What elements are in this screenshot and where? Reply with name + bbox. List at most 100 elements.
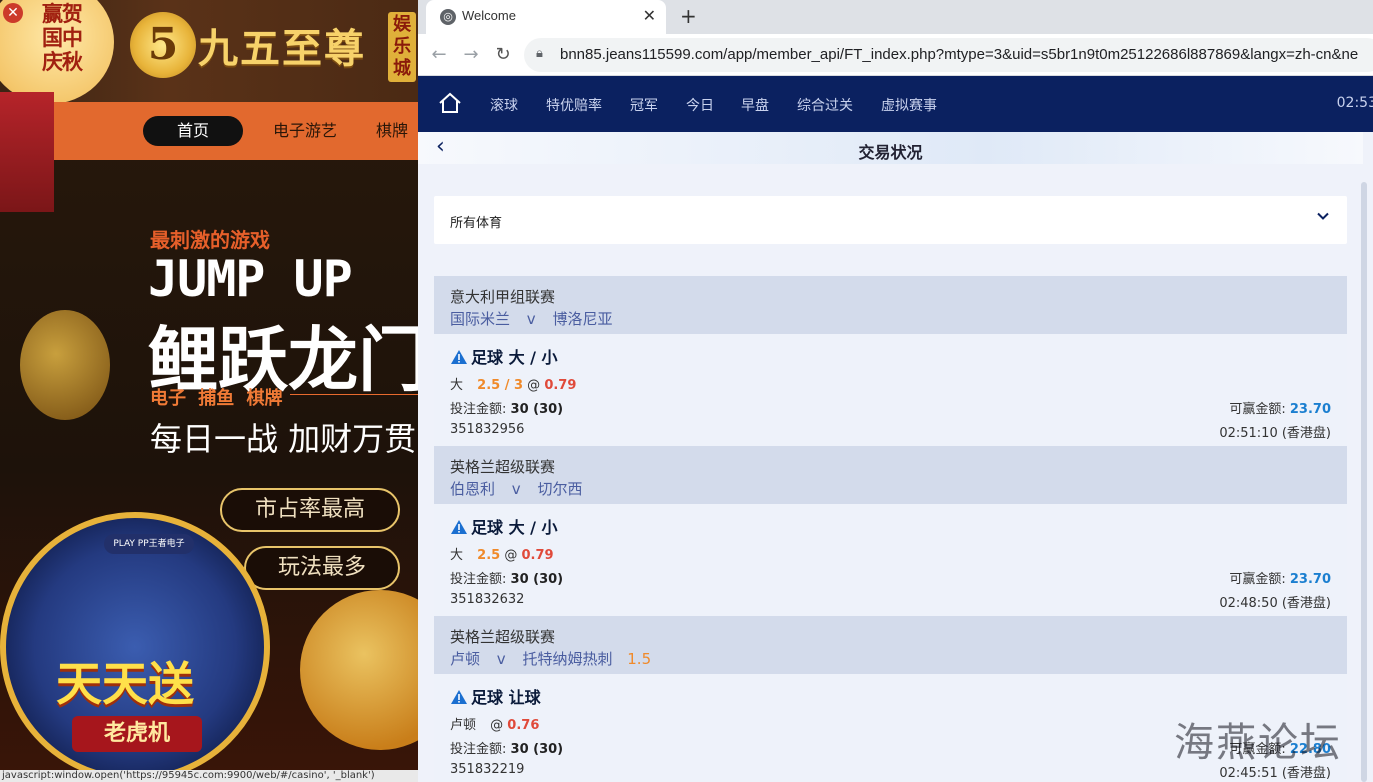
bet-time: 02:48:50 (香港盘) <box>1219 596 1331 611</box>
watermark: 海燕论坛 <box>1174 720 1342 766</box>
home-icon[interactable] <box>438 92 462 114</box>
promo-nav-home[interactable]: 首页 <box>143 116 243 146</box>
bet-match-header: 英格兰超级联赛 卢顿 v 托特纳姆热刺 1.5 <box>434 616 1347 674</box>
win-value: 23.70 <box>1289 572 1331 587</box>
promo-nav-cards[interactable]: 棋牌 <box>376 116 418 146</box>
bet-selection: 卢顿 @ 0.76 <box>450 714 539 733</box>
away-team: 博洛尼亚 <box>552 310 613 328</box>
match-teams: 伯恩利 v 切尔西 <box>450 478 592 499</box>
hero-subtitle: 最刺激的游戏 <box>150 228 270 252</box>
brand-logo: 5 <box>130 12 196 78</box>
coins-decoration <box>300 590 418 750</box>
promo-pill-market-share[interactable]: 市占率最高 <box>220 488 400 532</box>
win-amount: 可赢金额: 23.70 <box>1229 568 1331 587</box>
bet-card: 英格兰超级联赛 伯恩利 v 切尔西 足球 大 / 小 大 2.5 @ 0.79 <box>434 446 1347 616</box>
nav-special-odds[interactable]: 特优赔率 <box>546 95 602 115</box>
clock: 02:53 <box>1336 95 1373 111</box>
bet-card: 意大利甲组联赛 国际米兰 v 博洛尼亚 足球 大 / 小 大 2.5 / 3 @ <box>434 276 1347 446</box>
bet-list: 意大利甲组联赛 国际米兰 v 博洛尼亚 足球 大 / 小 大 2.5 / 3 @ <box>434 276 1347 782</box>
match-teams: 国际米兰 v 博洛尼亚 <box>450 308 622 329</box>
close-tab-icon[interactable]: ✕ <box>643 6 656 25</box>
home-team: 伯恩利 <box>450 480 496 498</box>
browser-toolbar: ← → ↻ 🔒︎ bnn85.jeans115599.com/app/membe… <box>418 34 1373 76</box>
nav-virtual[interactable]: 虚拟赛事 <box>881 95 937 115</box>
lock-icon[interactable]: 🔒︎ <box>536 46 543 61</box>
coin-decoration <box>20 310 110 420</box>
globe-icon: ◎ <box>440 9 456 25</box>
sport-filter-value: 所有体育 <box>450 216 503 231</box>
status-bar-url: javascript:window.open('https://95945c.c… <box>0 770 418 782</box>
back-icon[interactable]: ← <box>426 42 452 68</box>
at-sign: @ <box>490 718 504 733</box>
page-header: ‹ 交易状况 <box>418 132 1363 164</box>
tab-welcome[interactable]: ◎ Welcome ✕ <box>426 0 666 34</box>
slot-promo-ribbon: 老虎机 <box>72 716 202 752</box>
stake-amount: 投注金额: 30 (30) <box>450 738 563 757</box>
selection-line: 2.5 / 3 <box>477 378 524 393</box>
win-label: 可赢金额: <box>1229 572 1286 587</box>
bet-type: 足球 让球 <box>450 684 541 708</box>
home-team: 国际米兰 <box>450 310 511 328</box>
stake-value: 30 (30) <box>510 402 564 417</box>
stake-amount: 投注金额: 30 (30) <box>450 568 563 587</box>
nav-early[interactable]: 早盘 <box>741 95 769 115</box>
promo-pill-most-games[interactable]: 玩法最多 <box>244 546 400 590</box>
selection-odds: 0.79 <box>544 378 577 393</box>
hero-slogan: 每日一战 加财万贯 <box>150 420 417 458</box>
selection-name: 卢顿 <box>450 718 477 733</box>
stake-value: 30 (30) <box>510 742 564 757</box>
vs-label: v <box>526 310 536 328</box>
nav-today[interactable]: 今日 <box>686 95 714 115</box>
selection-name: 大 <box>450 378 464 393</box>
bet-selection: 大 2.5 / 3 @ 0.79 <box>450 374 576 393</box>
promo-panel: 赢贺国中庆秋 ✕ 5 九五至尊 娱乐城 首页 电子游艺 棋牌 最刺激的游戏 JU… <box>0 0 418 782</box>
hero-categories: 电子 捕鱼 棋牌 <box>150 388 283 409</box>
url-text[interactable]: bnn85.jeans115599.com/app/member_api/FT_… <box>560 46 1358 63</box>
stake-label: 投注金额: <box>450 742 507 757</box>
lantern-decoration <box>0 92 54 212</box>
vs-label: v <box>511 480 521 498</box>
close-promo-icon[interactable]: ✕ <box>3 3 23 23</box>
warning-icon <box>451 690 467 704</box>
bet-type-label: 足球 大 / 小 <box>471 518 558 537</box>
away-team: 切尔西 <box>537 480 583 498</box>
sport-filter-select[interactable]: 所有体育 <box>434 196 1347 244</box>
ticket-id: 351832219 <box>450 762 525 777</box>
stake-amount: 投注金额: 30 (30) <box>450 398 563 417</box>
bet-type-label: 足球 让球 <box>471 688 541 707</box>
warning-icon <box>451 520 467 534</box>
brand-name: 九五至尊 <box>198 25 366 72</box>
stake-value: 30 (30) <box>510 572 564 587</box>
address-bar[interactable]: 🔒︎ bnn85.jeans115599.com/app/member_api/… <box>524 38 1373 72</box>
chevron-down-icon <box>1317 212 1329 220</box>
at-sign: @ <box>504 548 518 563</box>
reload-icon[interactable]: ↻ <box>490 42 516 68</box>
bet-match-header: 意大利甲组联赛 国际米兰 v 博洛尼亚 <box>434 276 1347 334</box>
nav-outright[interactable]: 冠军 <box>630 95 658 115</box>
bet-type: 足球 大 / 小 <box>450 344 558 368</box>
selection-odds: 0.79 <box>521 548 554 563</box>
selection-name: 大 <box>450 548 464 563</box>
pp-provider-badge: PLAY PP王者电子 <box>104 534 194 554</box>
promo-nav-games[interactable]: 电子游艺 <box>262 116 348 146</box>
page-scrollbar[interactable] <box>1361 182 1367 782</box>
stake-label: 投注金额: <box>450 572 507 587</box>
league-name: 英格兰超级联赛 <box>450 458 556 476</box>
main-nav: 滚球 特优赔率 冠军 今日 早盘 综合过关 虚拟赛事 02:53 <box>418 76 1373 132</box>
page-content: 滚球 特优赔率 冠军 今日 早盘 综合过关 虚拟赛事 02:53 ‹ 交易状况 … <box>418 76 1373 782</box>
brand-tag: 娱乐城 <box>388 12 416 82</box>
forward-icon[interactable]: → <box>458 42 484 68</box>
ticket-id: 351832956 <box>450 422 525 437</box>
league-name: 英格兰超级联赛 <box>450 628 556 646</box>
festival-text: 赢贺国中庆秋 <box>42 1 83 74</box>
stake-label: 投注金额: <box>450 402 507 417</box>
selection-odds: 0.76 <box>507 718 540 733</box>
nav-parlay[interactable]: 综合过关 <box>797 95 853 115</box>
match-teams: 卢顿 v 托特纳姆热刺 1.5 <box>450 648 651 669</box>
bet-type: 足球 大 / 小 <box>450 514 558 538</box>
slot-promo-title: 天天送 <box>56 657 194 711</box>
bet-details: 足球 大 / 小 大 2.5 / 3 @ 0.79 投注金额: 30 (30) … <box>434 334 1347 446</box>
nav-live[interactable]: 滚球 <box>490 95 518 115</box>
at-sign: @ <box>527 378 541 393</box>
new-tab-button[interactable]: + <box>680 4 697 28</box>
